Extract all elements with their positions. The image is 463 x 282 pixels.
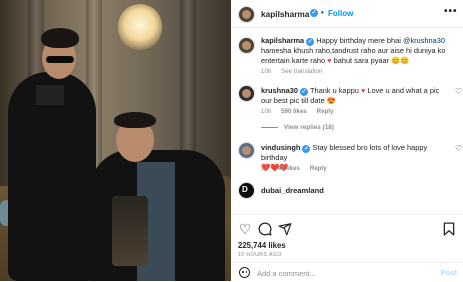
- post-time: 10 HOURS AGO: [238, 252, 282, 258]
- patterned-garment: [112, 196, 148, 266]
- verified-icon: ✓: [306, 38, 315, 46]
- comment-username[interactable]: dubai_dreamland: [261, 186, 324, 195]
- see-translation-link[interactable]: See translation: [281, 68, 322, 75]
- comment-emoji: 😍: [326, 96, 336, 105]
- caption-text-start: Happy birthday mere bhai: [316, 36, 401, 45]
- red-heart-icon: ♥: [360, 86, 366, 95]
- caption-emojis: 😊😊: [391, 56, 410, 65]
- verified-icon: ✓: [310, 9, 318, 17]
- sunglasses: [46, 56, 74, 63]
- caption-text-end: bahut sara pyaar: [333, 56, 390, 65]
- add-comment-bar: Post: [231, 262, 463, 282]
- reply-button[interactable]: Reply: [317, 108, 334, 115]
- caption-text: kapilsharma ✓ Happy birthday mere bhai @…: [261, 36, 463, 66]
- divider: [231, 214, 463, 215]
- verified-icon: ✓: [302, 145, 311, 153]
- like-comment-heart-icon[interactable]: ♡: [455, 145, 463, 153]
- share-icon[interactable]: [277, 221, 293, 237]
- post-button[interactable]: Post: [441, 268, 457, 277]
- comment-icon[interactable]: [257, 221, 273, 237]
- add-comment-input[interactable]: [257, 267, 427, 279]
- heart-icon[interactable]: ♡: [237, 221, 253, 237]
- post-photo[interactable]: [0, 0, 231, 281]
- caption-mention[interactable]: @krushna30: [403, 36, 445, 45]
- comment-avatar[interactable]: [238, 142, 255, 159]
- caption-username[interactable]: kapilsharma: [261, 36, 304, 45]
- separator-dot: •: [321, 8, 324, 17]
- view-replies-button[interactable]: View replies (18): [261, 124, 334, 131]
- comment-time: 10h: [261, 108, 272, 115]
- comment-meta: 10h 590 likes Reply: [261, 108, 341, 115]
- comment-time: 3h: [261, 165, 268, 172]
- post-side-panel: kapilsharma ✓ • Follow ••• kapilsharma ✓…: [231, 0, 463, 281]
- comment-likes[interactable]: 590 likes: [281, 108, 307, 115]
- comment-username[interactable]: krushna30: [261, 86, 298, 95]
- dd-logo-icon: D: [242, 185, 248, 194]
- reply-button[interactable]: Reply: [310, 165, 327, 172]
- caption-time: 10h: [261, 68, 272, 75]
- hair: [41, 28, 79, 48]
- shirt: [36, 85, 64, 105]
- divider: [231, 27, 463, 28]
- instagram-post: kapilsharma ✓ • Follow ••• kapilsharma ✓…: [0, 0, 463, 281]
- hair: [114, 112, 156, 128]
- comment-likes[interactable]: 48 likes: [278, 165, 300, 172]
- comment-text-a: Thank u kappu: [309, 86, 359, 95]
- author-avatar[interactable]: [238, 6, 255, 23]
- more-options-icon[interactable]: •••: [444, 6, 458, 17]
- red-heart-icon: ♥: [327, 56, 332, 65]
- likes-count[interactable]: 225,744 likes: [238, 241, 286, 250]
- caption-meta: 10h See translation: [261, 68, 330, 75]
- comment-username[interactable]: vindusingh: [261, 143, 300, 152]
- follow-button[interactable]: Follow: [328, 9, 353, 18]
- like-comment-heart-icon[interactable]: ♡: [455, 88, 463, 96]
- lamp-light: [118, 4, 162, 50]
- emoji-icon[interactable]: [239, 267, 250, 278]
- comment-meta: 3h 48 likes Reply: [261, 165, 335, 172]
- comment-avatar[interactable]: D: [238, 182, 255, 199]
- action-bar: ♡: [237, 221, 459, 237]
- comment-avatar[interactable]: [238, 85, 255, 102]
- caption-avatar[interactable]: [238, 37, 255, 54]
- verified-icon: ✓: [300, 88, 309, 96]
- comment-text: krushna30 ✓ Thank u kappu ♥ Love u and w…: [261, 86, 451, 106]
- bookmark-icon[interactable]: [441, 221, 457, 237]
- author-username[interactable]: kapilsharma: [261, 9, 309, 19]
